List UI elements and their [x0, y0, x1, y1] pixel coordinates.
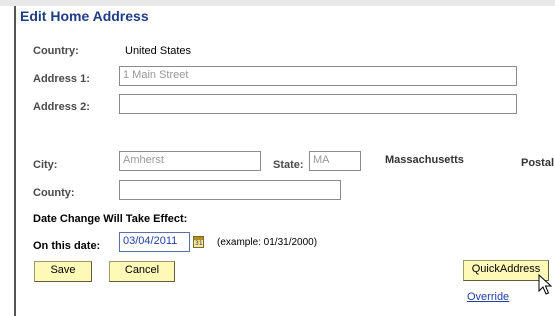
- mouse-pointer-icon: [538, 274, 552, 295]
- top-bar: [0, 0, 555, 6]
- state-input[interactable]: MA: [309, 151, 361, 171]
- address2-input[interactable]: [119, 94, 517, 114]
- cancel-button[interactable]: Cancel: [109, 261, 175, 282]
- quickaddress-button[interactable]: QuickAddress: [463, 260, 549, 281]
- state-name: Massachusetts: [385, 154, 464, 166]
- county-label: County:: [33, 187, 75, 199]
- calendar-icon-text: 31: [195, 240, 203, 247]
- address2-label: Address 2:: [33, 101, 90, 113]
- override-link[interactable]: Override: [467, 291, 509, 303]
- country-value: United States: [125, 45, 192, 57]
- page-title: Edit Home Address: [20, 8, 149, 24]
- country-label: Country:: [33, 45, 79, 57]
- date-example: (example: 01/31/2000): [217, 237, 318, 248]
- postal-label: Postal: [521, 157, 555, 169]
- effective-date-heading: Date Change Will Take Effect:: [33, 213, 188, 225]
- address1-label: Address 1:: [33, 73, 90, 85]
- date-input[interactable]: 03/04/2011: [119, 232, 190, 252]
- date-label: On this date:: [33, 240, 101, 252]
- city-input[interactable]: Amherst: [119, 151, 261, 171]
- city-label: City:: [33, 159, 58, 171]
- calendar-icon[interactable]: 31: [193, 236, 204, 248]
- county-input[interactable]: [119, 180, 341, 200]
- save-button[interactable]: Save: [34, 261, 92, 282]
- frame-border: [14, 6, 16, 316]
- state-label: State:: [273, 159, 304, 171]
- address1-input[interactable]: 1 Main Street: [119, 66, 517, 86]
